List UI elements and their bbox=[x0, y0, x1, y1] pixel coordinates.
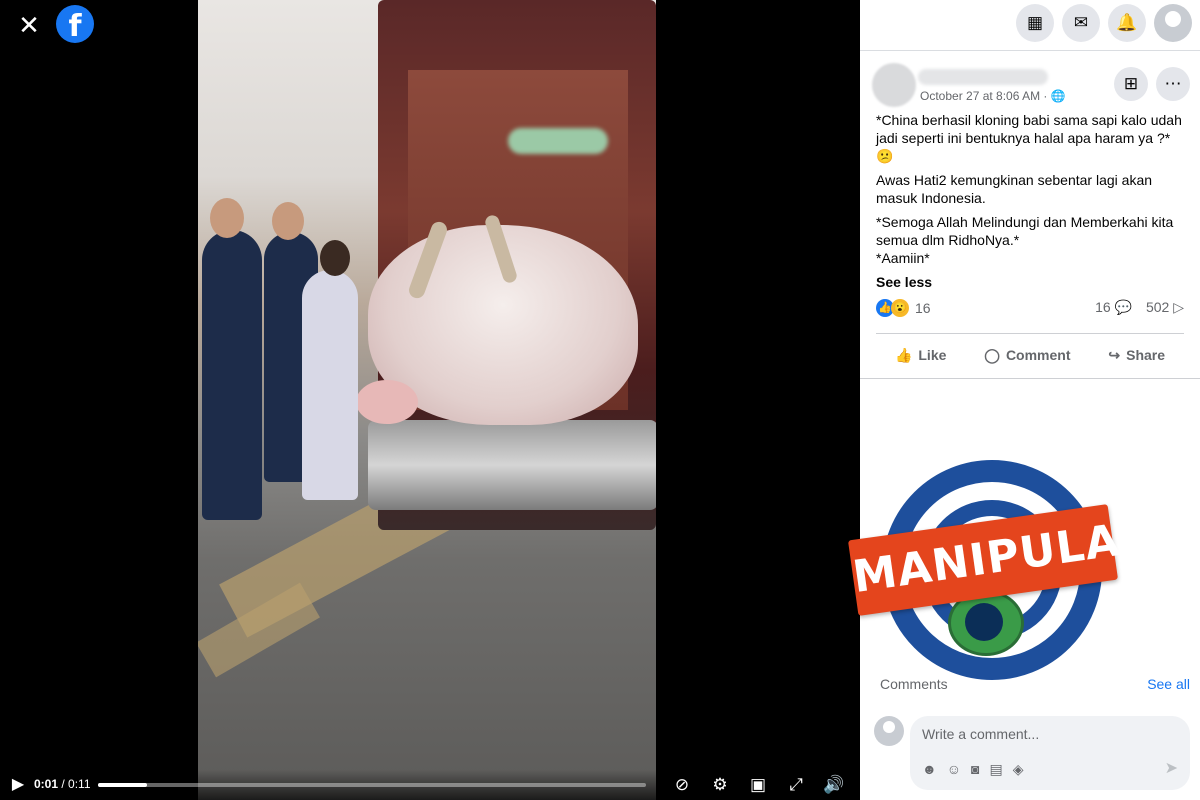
video-viewer: ✕ f ▶ 0:01 / 0:11 ⊘ ⚙ ▣ ⤢ 🔊 bbox=[0, 0, 860, 800]
more-options-icon[interactable]: ⋯ bbox=[1156, 67, 1190, 101]
post-paragraph: *Semoga Allah Melindungi dan Memberkahi … bbox=[876, 214, 1174, 248]
comment-composer: Write a comment... ☻ ☺ ◙ ▤ ◈ ➤ bbox=[872, 716, 1194, 792]
post-paragraph: Awas Hati2 kemungkinan sebentar lagi aka… bbox=[876, 172, 1153, 206]
comment-count[interactable]: 16 💬 bbox=[1095, 299, 1132, 316]
account-avatar[interactable] bbox=[1154, 4, 1192, 42]
blurred-watermark bbox=[508, 128, 608, 154]
messenger-icon[interactable]: ✉ bbox=[1062, 4, 1100, 42]
my-avatar[interactable] bbox=[874, 716, 904, 746]
menu-grid-icon[interactable]: ▦ bbox=[1016, 4, 1054, 42]
notifications-bell-icon[interactable]: 🔔 bbox=[1108, 4, 1146, 42]
post-timestamp[interactable]: October 27 at 8:06 AM · 🌐 bbox=[920, 89, 1066, 103]
settings-gear-icon[interactable]: ⚙ bbox=[708, 773, 732, 797]
captions-icon[interactable]: ⊘ bbox=[670, 773, 694, 797]
picture-in-picture-icon[interactable]: ▣ bbox=[746, 773, 770, 797]
comment-placeholder: Write a comment... bbox=[922, 726, 1040, 742]
progress-fill bbox=[98, 783, 148, 787]
post-action-bar: 👍 Like ◯ Comment ↪ Share bbox=[876, 333, 1184, 376]
share-count[interactable]: 502 ▷ bbox=[1146, 299, 1184, 316]
person bbox=[202, 230, 262, 520]
comment-input[interactable]: Write a comment... ☻ ☺ ◙ ▤ ◈ ➤ bbox=[910, 716, 1190, 790]
like-button[interactable]: 👍 Like bbox=[895, 347, 946, 364]
globe-icon: 🌐 bbox=[1050, 89, 1066, 103]
comment-icon: ◯ bbox=[984, 346, 1000, 363]
comments-label: Comments bbox=[880, 676, 948, 692]
save-post-icon[interactable]: ⊞ bbox=[1114, 67, 1148, 101]
see-all-link[interactable]: See all bbox=[1147, 676, 1190, 692]
camera-icon[interactable]: ◙ bbox=[971, 761, 979, 778]
comments-header: Comments See all bbox=[860, 672, 1200, 696]
thumbs-up-icon: 👍 bbox=[894, 346, 913, 363]
share-button[interactable]: ↪ Share bbox=[1108, 347, 1165, 364]
manipulasi-stamp: MANIPULASI bbox=[847, 460, 1200, 690]
share-icon: ↪ bbox=[1108, 346, 1121, 363]
post-body: *China berhasil kloning babi sama sapi k… bbox=[860, 111, 1200, 291]
post-paragraph: *Aamiin* bbox=[876, 250, 930, 266]
time-display: 0:01 / 0:11 bbox=[34, 777, 91, 791]
animal-snout bbox=[356, 380, 418, 424]
gif-icon[interactable]: ▤ bbox=[990, 761, 1003, 778]
send-icon[interactable]: ➤ bbox=[1165, 758, 1178, 778]
truck-bumper bbox=[368, 420, 656, 510]
top-bar: ▦ ✉ 🔔 bbox=[860, 0, 1200, 51]
comment-button[interactable]: ◯ Comment bbox=[984, 347, 1070, 364]
poster-avatar-blurred[interactable] bbox=[872, 63, 916, 107]
see-less-link[interactable]: See less bbox=[876, 273, 1184, 291]
person-head bbox=[320, 240, 350, 276]
facebook-logo[interactable]: f bbox=[56, 5, 94, 43]
video-controls: ▶ 0:01 / 0:11 ⊘ ⚙ ▣ ⤢ 🔊 bbox=[0, 770, 860, 800]
sticker-icon[interactable]: ◈ bbox=[1013, 761, 1024, 778]
reactions-summary[interactable]: 👍 😮 16 bbox=[876, 299, 931, 317]
progress-bar[interactable] bbox=[98, 783, 646, 787]
volume-icon[interactable]: 🔊 bbox=[822, 773, 846, 797]
poster-name-blurred[interactable] bbox=[918, 69, 1048, 85]
reaction-count: 16 bbox=[915, 300, 931, 316]
post-header: October 27 at 8:06 AM · 🌐 ⊞ ⋯ bbox=[860, 61, 1200, 111]
close-icon[interactable]: ✕ bbox=[14, 10, 44, 40]
comment-bubble-icon: 💬 bbox=[1114, 299, 1132, 315]
emoji-icon[interactable]: ☺ bbox=[947, 761, 961, 778]
play-icon[interactable]: ▶ bbox=[8, 775, 28, 795]
post-stats: 👍 😮 16 16 💬 502 ▷ bbox=[876, 295, 1184, 323]
post-paragraph: *China berhasil kloning babi sama sapi k… bbox=[876, 112, 1182, 164]
avatar-sticker-icon[interactable]: ☻ bbox=[922, 761, 937, 778]
fullscreen-icon[interactable]: ⤢ bbox=[784, 773, 808, 797]
person-head bbox=[210, 198, 244, 238]
wow-reaction-icon: 😮 bbox=[891, 299, 909, 317]
person-head bbox=[272, 202, 304, 240]
person bbox=[302, 270, 358, 500]
video-frame[interactable] bbox=[198, 0, 656, 800]
share-arrow-icon: ▷ bbox=[1173, 299, 1184, 315]
